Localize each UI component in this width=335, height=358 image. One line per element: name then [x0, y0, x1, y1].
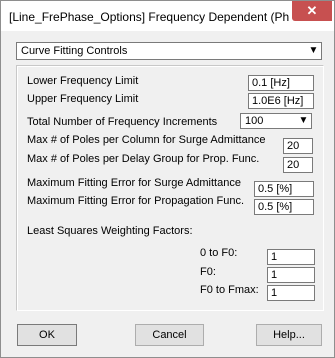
upper-frequency-input[interactable]: 1.0E6 [Hz] — [248, 93, 314, 109]
curve-fitting-panel: Lower Frequency Limit 0.1 [Hz] Upper Fre… — [16, 65, 324, 311]
weight-f0-input[interactable]: 1 — [267, 267, 315, 283]
frequency-increments-value: 100 — [245, 115, 264, 127]
max-error-prop-label: Maximum Fitting Error for Propagation Fu… — [27, 195, 245, 207]
max-error-surge-input[interactable]: 0.5 [%] — [254, 181, 314, 197]
weight-f0-to-fmax-input[interactable]: 1 — [267, 285, 315, 301]
dialog-window: [Line_FrePhase_Options] Frequency Depend… — [0, 0, 335, 358]
weighting-heading: Least Squares Weighting Factors: — [27, 225, 193, 237]
chevron-down-icon[interactable]: ▼ — [296, 114, 311, 128]
lower-frequency-input[interactable]: 0.1 [Hz] — [248, 75, 314, 91]
max-poles-prop-input[interactable]: 20 — [283, 157, 313, 173]
max-poles-prop-label: Max # of Poles per Delay Group for Prop.… — [27, 153, 260, 165]
frequency-increments-label: Total Number of Frequency Increments — [27, 116, 218, 128]
max-poles-surge-input[interactable]: 20 — [283, 138, 313, 154]
chevron-down-icon[interactable]: ▼ — [306, 43, 321, 59]
weight-f0-label: F0: — [200, 266, 216, 278]
weight-f0-to-fmax-label: F0 to Fmax: — [200, 284, 259, 296]
ok-button[interactable]: OK — [17, 324, 77, 346]
upper-frequency-label: Upper Frequency Limit — [27, 93, 139, 105]
weight-0-to-f0-input[interactable]: 1 — [267, 249, 315, 265]
title-bar[interactable]: [Line_FrePhase_Options] Frequency Depend… — [1, 1, 334, 31]
frequency-increments-dropdown[interactable]: 100 ▼ — [240, 113, 312, 129]
max-error-surge-label: Maximum Fitting Error for Surge Admittan… — [27, 177, 241, 189]
help-button[interactable]: Help... — [256, 324, 322, 346]
window-title: [Line_FrePhase_Options] Frequency Depend… — [9, 10, 289, 24]
category-dropdown-value: Curve Fitting Controls — [21, 45, 128, 57]
weight-0-to-f0-label: 0 to F0: — [200, 247, 238, 259]
lower-frequency-label: Lower Frequency Limit — [27, 75, 139, 87]
max-error-prop-input[interactable]: 0.5 [%] — [254, 199, 314, 215]
category-dropdown[interactable]: Curve Fitting Controls ▼ — [16, 42, 322, 60]
dialog-client: Curve Fitting Controls ▼ Lower Frequency… — [8, 32, 328, 350]
close-icon[interactable]: ✕ — [292, 1, 332, 21]
cancel-button[interactable]: Cancel — [135, 324, 204, 346]
max-poles-surge-label: Max # of Poles per Column for Surge Admi… — [27, 134, 266, 146]
